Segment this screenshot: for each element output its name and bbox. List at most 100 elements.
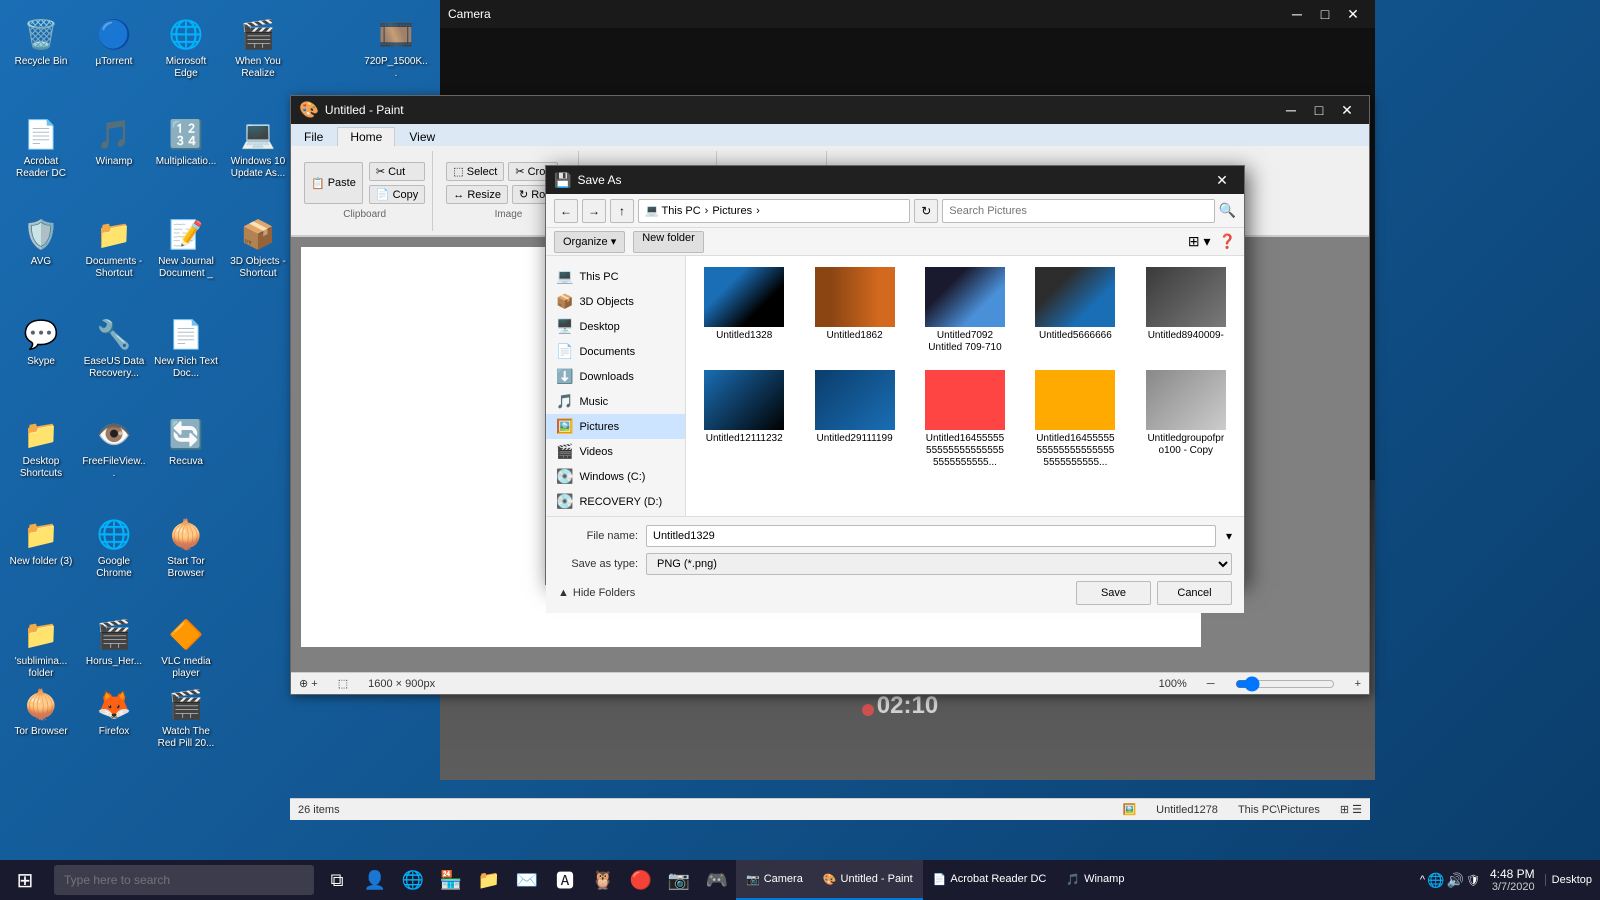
saveas-back-btn[interactable]: ← — [554, 199, 578, 223]
desktop-icon-start-tor-browser[interactable]: 🧅 Start Tor Browser — [150, 510, 222, 584]
task-view-btn[interactable]: ⧉ — [318, 860, 356, 900]
game-taskbar[interactable]: 🎮 — [698, 860, 736, 900]
desktop-icon-when-you-realize[interactable]: 🎬 When You Realize — [222, 10, 294, 84]
new-folder-btn[interactable]: New folder — [633, 231, 704, 253]
sidebar-pictures[interactable]: 🖼️Pictures — [546, 414, 685, 439]
search-bar[interactable] — [54, 865, 314, 895]
file-item-2[interactable]: Untitled7092 Untitled 709-710 — [913, 262, 1017, 359]
filename-input[interactable] — [646, 525, 1216, 547]
sidebar-music[interactable]: 🎵Music — [546, 389, 685, 414]
search-icon[interactable]: 🔍 — [1219, 202, 1236, 219]
tab-file[interactable]: File — [291, 127, 336, 146]
resize-btn[interactable]: ↔ Resize — [446, 185, 508, 204]
desktop-icon-windows10-update[interactable]: 💻 Windows 10 Update As... — [222, 110, 294, 184]
select-btn[interactable]: ⬚ Select — [446, 162, 504, 181]
file-item-7[interactable]: Untitled16455555555555555555555555555555… — [913, 365, 1017, 474]
paint-zoom-minus[interactable]: ─ — [1207, 678, 1215, 690]
camera-maximize-btn[interactable]: □ — [1311, 0, 1339, 28]
saveas-up-btn[interactable]: ↑ — [610, 199, 634, 223]
tray-security[interactable]: 🛡 — [1466, 874, 1480, 887]
taskbar-winamp-app[interactable]: 🎵 Winamp — [1056, 860, 1134, 900]
tab-home[interactable]: Home — [337, 127, 395, 146]
file-item-9[interactable]: Untitledgroupofpro100 - Copy — [1134, 365, 1238, 474]
filetype-select[interactable]: PNG (*.png) JPEG (*.jpg) BMP (*.bmp) GIF… — [646, 553, 1232, 575]
sidebar-recovery-d[interactable]: 💽RECOVERY (D:) — [546, 489, 685, 514]
desktop-icon-google-chrome[interactable]: 🌐 Google Chrome — [78, 510, 150, 584]
file-item-8[interactable]: Untitled16455555555555555555555555555555… — [1023, 365, 1127, 474]
desktop-icon-firefox[interactable]: 🦊 Firefox — [78, 680, 150, 742]
saveas-forward-btn[interactable]: → — [582, 199, 606, 223]
desktop-icon-recycle-bin[interactable]: 🗑️ Recycle Bin — [5, 10, 77, 72]
paint-restore-btn[interactable]: □ — [1305, 96, 1333, 124]
desktop-icon-horus-her[interactable]: 🎬 Horus_Her... — [78, 610, 150, 672]
desktop-icon-avg[interactable]: 🛡️ AVG — [5, 210, 77, 272]
file-item-0[interactable]: Untitled1328 — [692, 262, 796, 359]
desktop-icon-desktop-shortcuts[interactable]: 📁 Desktop Shortcuts — [5, 410, 77, 484]
desktop-icon-3d-objects[interactable]: 📦 3D Objects - Shortcut — [222, 210, 294, 284]
sidebar-windows-c[interactable]: 💽Windows (C:) — [546, 464, 685, 489]
desktop-icon-documents-shortcut[interactable]: 📁 Documents - Shortcut — [78, 210, 150, 284]
tray-volume[interactable]: 🔊 — [1447, 872, 1464, 889]
sidebar-documents[interactable]: 📄Documents — [546, 339, 685, 364]
sidebar-downloads[interactable]: ⬇️Downloads — [546, 364, 685, 389]
sidebar-desktop[interactable]: 🖥️Desktop — [546, 314, 685, 339]
desktop-icon-720p-video[interactable]: 🎞️ 720P_1500K... — [360, 10, 432, 84]
copy-btn[interactable]: 📄 Copy — [369, 185, 425, 204]
desktop-icon-skype[interactable]: 💬 Skype — [5, 310, 77, 372]
cut-btn[interactable]: ✂ Cut — [369, 162, 425, 181]
desktop-icon-utorrent[interactable]: 🔵 µTorrent — [78, 10, 150, 72]
hide-folders-btn[interactable]: ▲ Hide Folders — [558, 587, 635, 599]
paint-minimize-btn[interactable]: ─ — [1277, 96, 1305, 124]
camera-close-btn[interactable]: ✕ — [1339, 0, 1367, 28]
sidebar-videos[interactable]: 🎬Videos — [546, 439, 685, 464]
store-taskbar[interactable]: 🏪 — [432, 860, 470, 900]
desktop-icon-winamp[interactable]: 🎵 Winamp — [78, 110, 150, 172]
saveas-search[interactable] — [942, 199, 1214, 223]
view-icons[interactable]: ⊞ ☰ — [1340, 803, 1362, 816]
clock[interactable]: 4:48 PM 3/7/2020 — [1482, 867, 1543, 893]
trip-taskbar[interactable]: 🦉 — [584, 860, 622, 900]
desktop-icon-watch-red-pill[interactable]: 🎬 Watch The Red Pill 20... — [150, 680, 222, 754]
file-item-4[interactable]: Untitled8940009- — [1134, 262, 1238, 359]
start-button[interactable]: ⊞ — [0, 860, 50, 900]
desktop-icon-vlc-media-player[interactable]: 🔶 VLC media player — [150, 610, 222, 684]
camera-taskbar[interactable]: 📷 — [660, 860, 698, 900]
paint-zoom-plus[interactable]: + — [1355, 678, 1361, 690]
saveas-cancel-btn[interactable]: Cancel — [1157, 581, 1232, 605]
desktop-icon-new-rich-text[interactable]: 📄 New Rich Text Doc... — [150, 310, 222, 384]
people-btn[interactable]: 👤 — [356, 860, 394, 900]
explorer-taskbar[interactable]: 📁 — [470, 860, 508, 900]
organize-btn[interactable]: Organize ▾ — [554, 231, 625, 253]
sidebar-3d-objects[interactable]: 📦3D Objects — [546, 289, 685, 314]
taskbar-acrobat-app[interactable]: 📄 Acrobat Reader DC — [923, 860, 1057, 900]
mail-taskbar[interactable]: ✉️ — [508, 860, 546, 900]
taskbar-paint-app[interactable]: 🎨 Untitled - Paint — [813, 860, 923, 900]
help-btn[interactable]: ❓ — [1219, 233, 1236, 250]
saveas-close-btn[interactable]: ✕ — [1208, 166, 1236, 194]
taskbar-camera-app[interactable]: 📷 Camera — [736, 860, 813, 900]
sidebar-this-pc[interactable]: 💻This PC — [546, 264, 685, 289]
desktop-icon-recuva[interactable]: 🔄 Recuva — [150, 410, 222, 472]
file-item-5[interactable]: Untitled12111232 — [692, 365, 796, 474]
view-options-btn[interactable]: ⊞ ▾ — [1188, 233, 1211, 250]
paste-btn[interactable]: 📋Paste — [304, 162, 363, 204]
desktop-icon-easeus[interactable]: 🔧 EaseUS Data Recovery... — [78, 310, 150, 384]
filename-dropdown-btn[interactable]: ▾ — [1226, 529, 1232, 543]
paint-zoom-slider[interactable] — [1235, 676, 1335, 692]
desktop-icon-microsoft-edge[interactable]: 🌐 Microsoft Edge — [150, 10, 222, 84]
file-item-6[interactable]: Untitled29111199 — [802, 365, 906, 474]
saveas-breadcrumb[interactable]: 💻 This PC › Pictures › — [638, 199, 910, 223]
desktop-icon-multiplication[interactable]: 🔢 Multiplicatio... — [150, 110, 222, 172]
desktop-icon-new-journal-doc[interactable]: 📝 New Journal Document _ — [150, 210, 222, 284]
amazon-taskbar[interactable]: 🅰 — [546, 860, 584, 900]
desktop-icon-freefileview[interactable]: 👁️ FreeFileView... — [78, 410, 150, 484]
paint-close-btn[interactable]: ✕ — [1333, 96, 1361, 124]
file-item-3[interactable]: Untitled5666666 — [1023, 262, 1127, 359]
saveas-refresh-btn[interactable]: ↻ — [914, 199, 938, 223]
desktop-icon-acrobat-reader[interactable]: 📄 Acrobat Reader DC — [5, 110, 77, 184]
desktop-btn[interactable]: Desktop — [1545, 874, 1592, 886]
camera-minimize-btn[interactable]: ─ — [1283, 0, 1311, 28]
file-item-1[interactable]: Untitled1862 — [802, 262, 906, 359]
tab-view[interactable]: View — [396, 127, 448, 146]
edge-taskbar[interactable]: 🌐 — [394, 860, 432, 900]
